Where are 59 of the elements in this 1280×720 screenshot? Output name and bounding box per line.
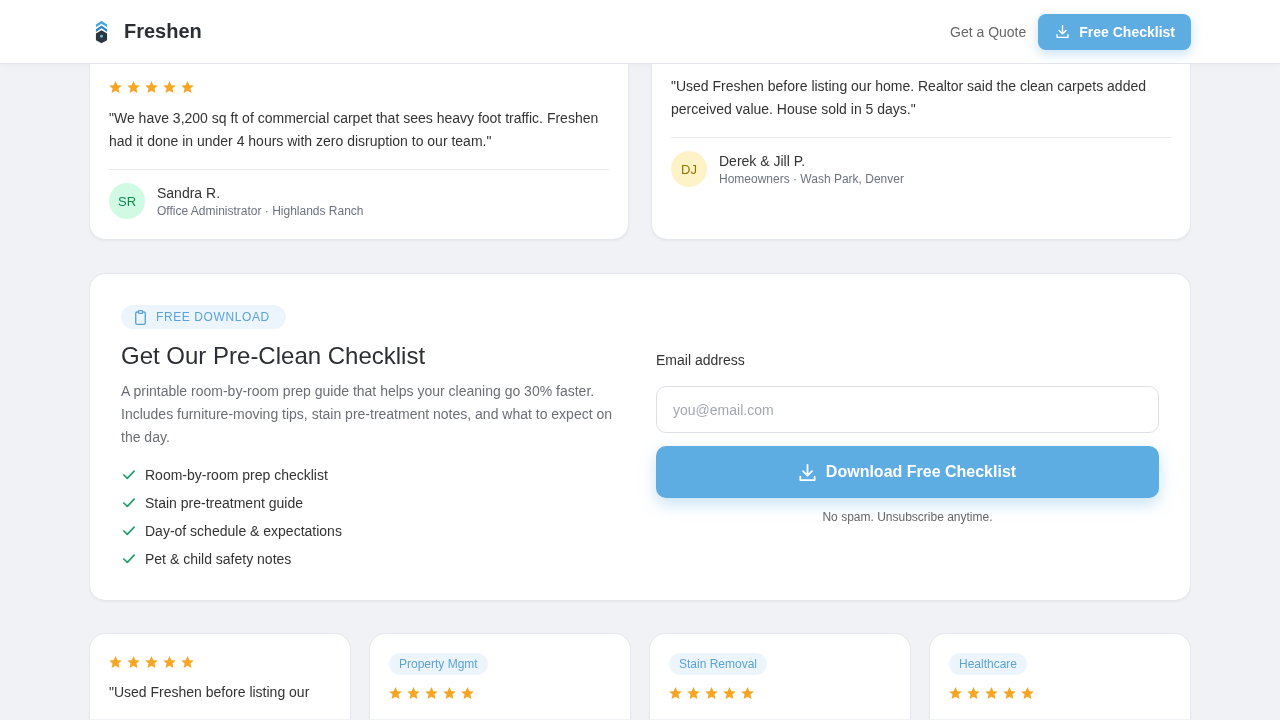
download-icon bbox=[798, 463, 816, 481]
star-icon bbox=[145, 656, 158, 668]
category-tag: Healthcare bbox=[949, 653, 1028, 675]
star-icon bbox=[461, 687, 474, 699]
star-icon bbox=[1003, 687, 1016, 699]
star-icon bbox=[127, 81, 140, 93]
form-note: No spam. Unsubscribe anytime. bbox=[821, 510, 994, 524]
star-icon bbox=[1021, 687, 1034, 699]
email-input[interactable]: you@email.com bbox=[656, 386, 1159, 433]
star-icon bbox=[985, 687, 998, 699]
logo-icon bbox=[95, 19, 108, 44]
author-name: Derek & Jill P. bbox=[719, 151, 807, 170]
testimonial-quote: "We have 3,200 sq ft of commercial carpet that sees heavy foot traffic. Freshen had it done in under 4 hours with zero disruption to our team." bbox=[109, 109, 600, 151]
category-tag: Property Mgmt bbox=[389, 653, 488, 675]
check-icon bbox=[123, 554, 135, 564]
field-label: Email address bbox=[656, 352, 746, 369]
feature-text: Stain pre-treatment guide bbox=[145, 495, 303, 511]
section-description: A printable room-by-room prep guide that helps your cleaning go 30% faster. Includes furniture-moving tips, stain pre-treatment notes, and what to expect on the day. bbox=[121, 382, 614, 447]
get-quote-link[interactable]: Get a Quote bbox=[950, 23, 1027, 40]
star-icon bbox=[145, 81, 158, 93]
download-button[interactable]: Download Free Checklist bbox=[656, 446, 1159, 498]
star-icon bbox=[723, 687, 736, 699]
check-icon bbox=[123, 498, 135, 508]
check-icon bbox=[123, 470, 135, 480]
star-icon bbox=[443, 687, 456, 699]
brand-name: Freshen bbox=[124, 20, 202, 43]
testimonial-quote: "Used Freshen before listing our bbox=[109, 683, 311, 702]
avatar: DJ bbox=[671, 151, 707, 187]
star-icon bbox=[687, 687, 700, 699]
check-icon bbox=[123, 526, 135, 536]
author-name: Sandra R. bbox=[157, 183, 222, 202]
star-icon bbox=[109, 656, 122, 668]
star-icon bbox=[407, 687, 420, 699]
star-icon bbox=[163, 656, 176, 668]
section-label: FREE DOWNLOAD bbox=[156, 310, 270, 324]
star-icon bbox=[425, 687, 438, 699]
feature-text: Pet & child safety notes bbox=[145, 551, 292, 567]
star-icon bbox=[163, 81, 176, 93]
download-icon bbox=[1056, 25, 1070, 38]
star-icon bbox=[669, 687, 682, 699]
clipboard-icon bbox=[135, 309, 146, 325]
star-icon bbox=[181, 81, 194, 93]
star-icon bbox=[181, 656, 194, 668]
star-icon bbox=[967, 687, 980, 699]
star-icon bbox=[389, 687, 402, 699]
author-details: Homeowners · Wash Park, Denver bbox=[719, 171, 904, 187]
category-tag: Stain Removal bbox=[669, 653, 768, 675]
avatar: SR bbox=[109, 183, 145, 219]
star-icon bbox=[949, 687, 962, 699]
testimonial-quote: "Used Freshen before listing our home. Realtor said the clean carpets added perceived value. House sold in 5 days." bbox=[671, 77, 1147, 119]
star-icon bbox=[127, 656, 140, 668]
star-icon bbox=[705, 687, 718, 699]
author-details: Office Administrator · Highlands Ranch bbox=[157, 203, 364, 219]
star-icon bbox=[109, 81, 122, 93]
section-title: Get Our Pre-Clean Checklist bbox=[121, 341, 427, 371]
star-icon bbox=[741, 687, 754, 699]
feature-text: Day-of schedule & expectations bbox=[145, 523, 342, 539]
feature-text: Room-by-room prep checklist bbox=[145, 467, 328, 483]
free-checklist-button[interactable]: Free Checklist bbox=[1038, 13, 1191, 50]
